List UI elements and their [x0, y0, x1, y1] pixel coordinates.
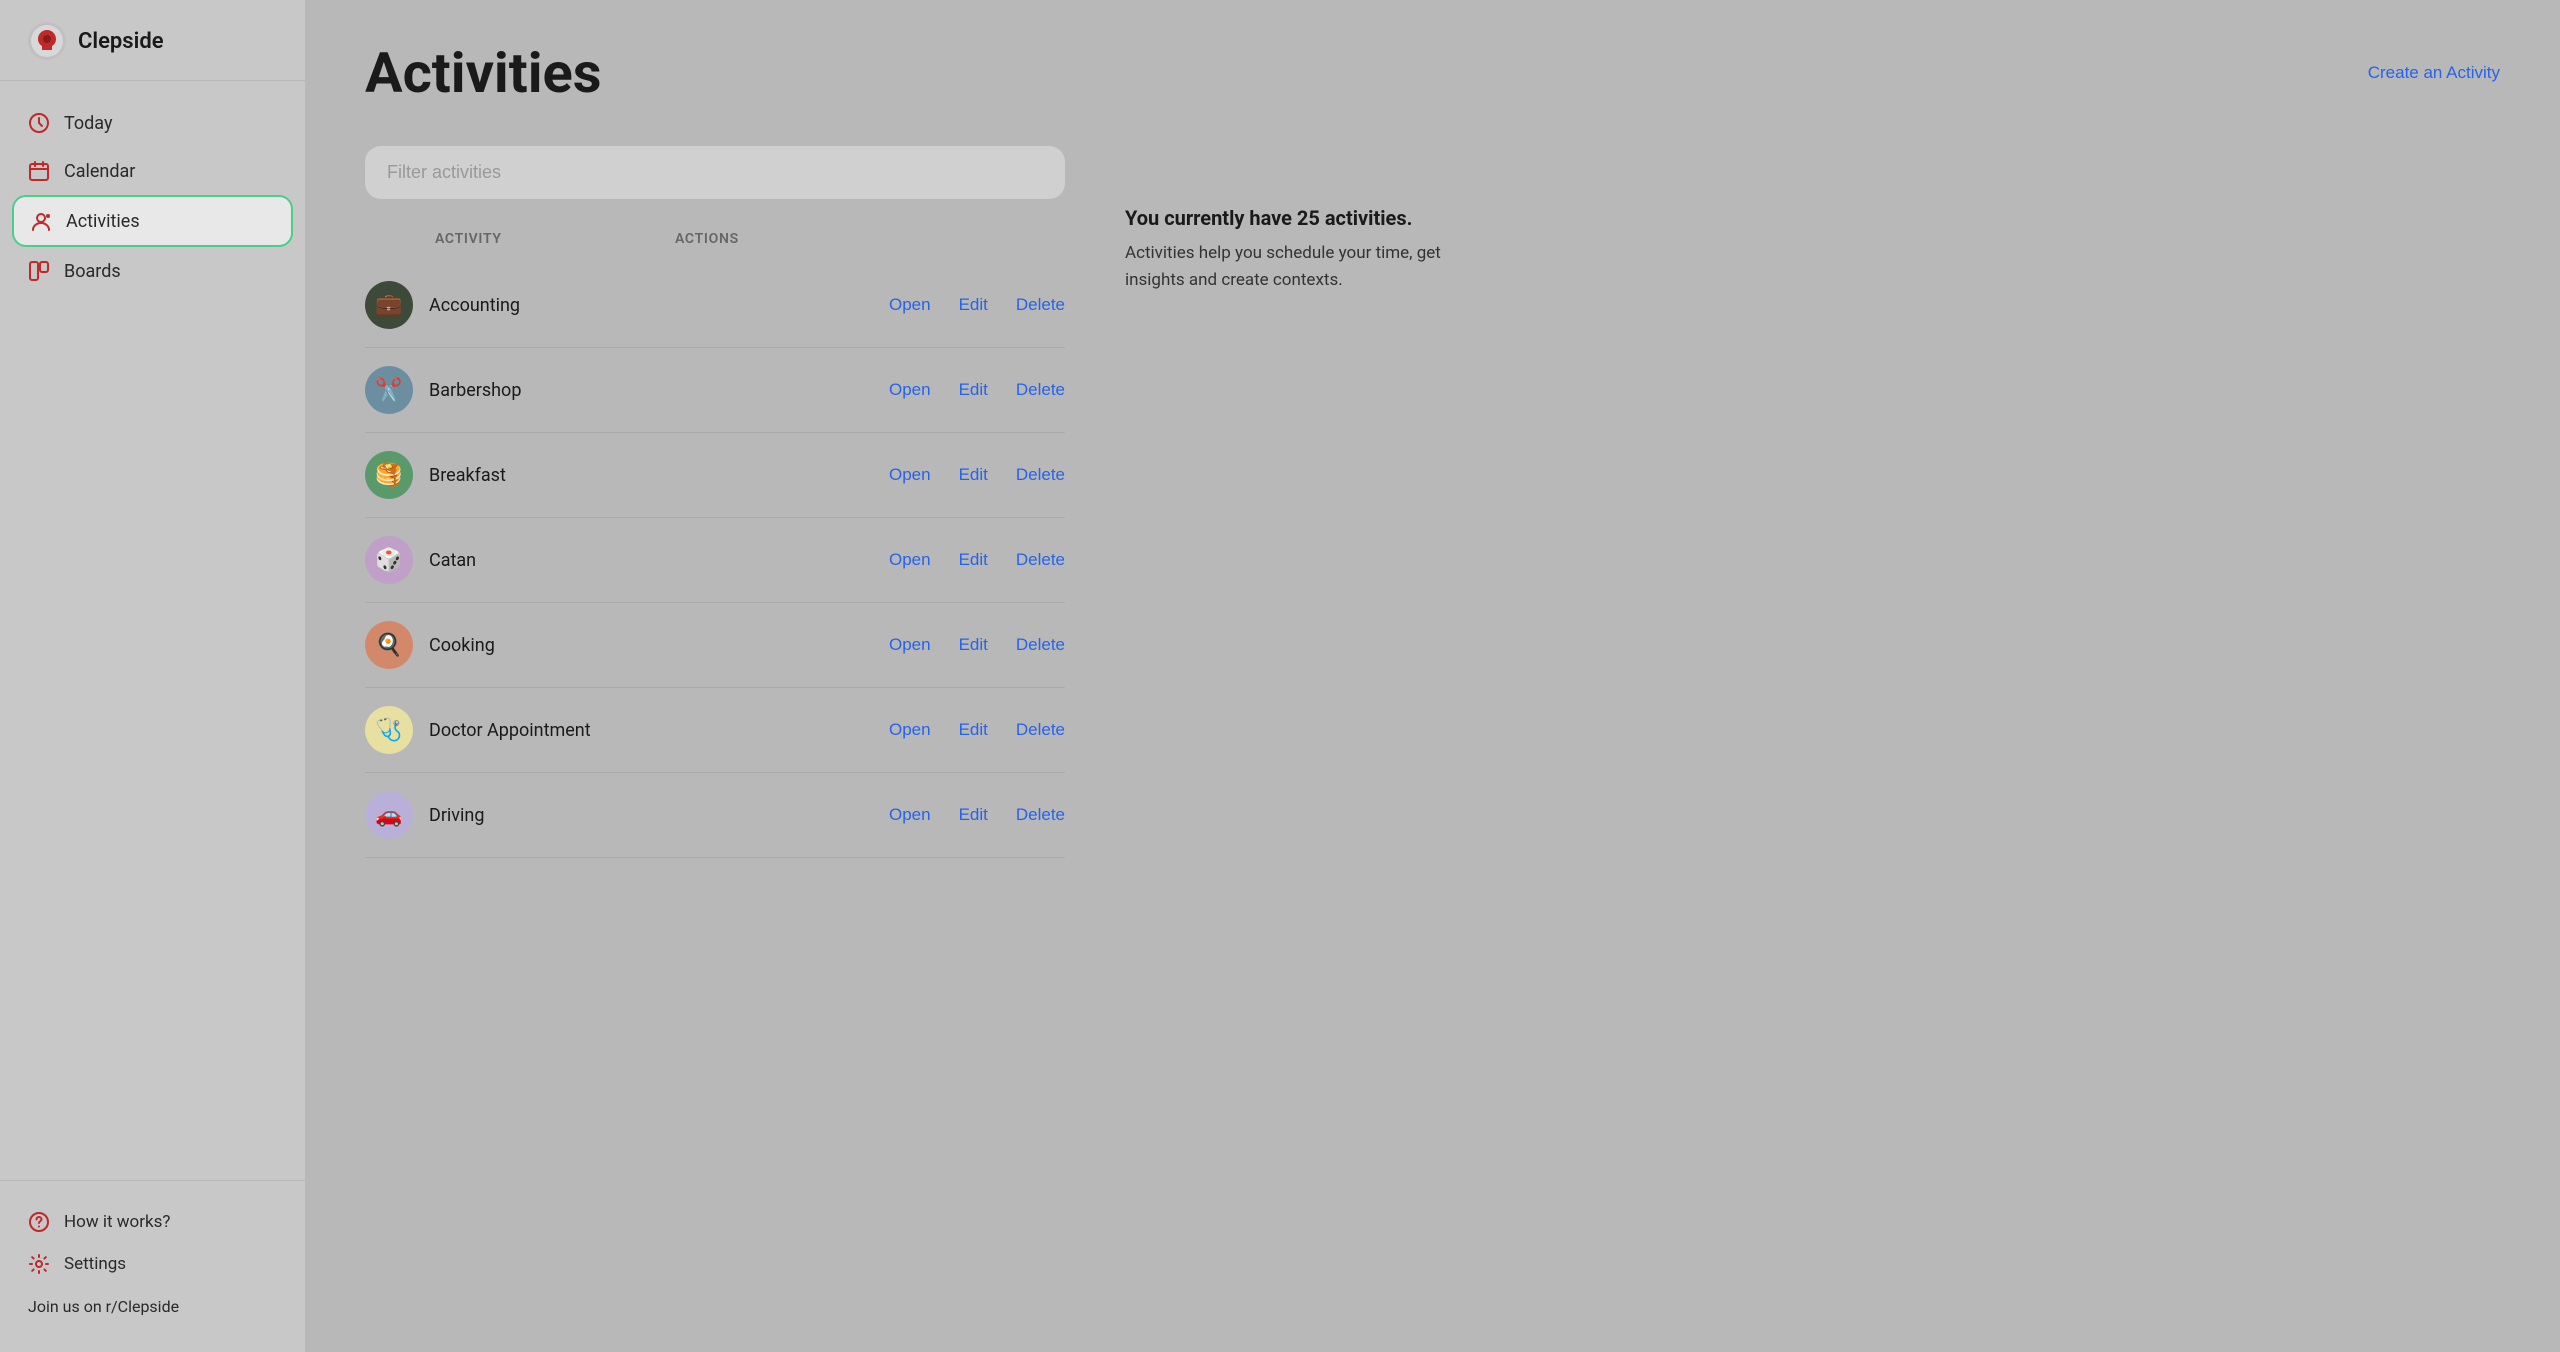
- activity-actions: Open Edit Delete: [889, 380, 1065, 400]
- reddit-link[interactable]: Join us on r/Clepside: [28, 1291, 277, 1322]
- table-row: 🩺 Doctor Appointment Open Edit Delete: [365, 688, 1065, 773]
- create-activity-button[interactable]: Create an Activity: [2368, 63, 2500, 83]
- activity-icon: 🩺: [365, 706, 413, 754]
- table-row: 🎲 Catan Open Edit Delete: [365, 518, 1065, 603]
- table-header: ACTIVITY ACTIONS: [365, 231, 1065, 257]
- open-button[interactable]: Open: [889, 635, 931, 655]
- how-it-works-label: How it works?: [64, 1212, 170, 1232]
- table-row: ✂️ Barbershop Open Edit Delete: [365, 348, 1065, 433]
- activity-icon: 🍳: [365, 621, 413, 669]
- activity-name: Barbershop: [429, 380, 609, 401]
- activity-actions: Open Edit Delete: [889, 550, 1065, 570]
- clock-icon: [28, 112, 50, 134]
- sidebar-item-label: Calendar: [64, 161, 135, 182]
- activity-actions: Open Edit Delete: [889, 295, 1065, 315]
- sidebar-item-label: Boards: [64, 261, 121, 282]
- sidebar-item-label: Activities: [66, 211, 140, 232]
- activity-icon: ✂️: [365, 366, 413, 414]
- activity-icon: 🚗: [365, 791, 413, 839]
- table-row: 🥞 Breakfast Open Edit Delete: [365, 433, 1065, 518]
- open-button[interactable]: Open: [889, 465, 931, 485]
- logo-icon: [28, 22, 66, 60]
- edit-button[interactable]: Edit: [959, 720, 988, 740]
- activity-icon: 🥞: [365, 451, 413, 499]
- activities-icon: [30, 210, 52, 232]
- table-row: 🍳 Cooking Open Edit Delete: [365, 603, 1065, 688]
- activity-icon: 💼: [365, 281, 413, 329]
- activity-name: Catan: [429, 550, 609, 571]
- edit-button[interactable]: Edit: [959, 805, 988, 825]
- main-header: Activities Create an Activity: [365, 40, 2500, 106]
- activity-actions: Open Edit Delete: [889, 720, 1065, 740]
- open-button[interactable]: Open: [889, 295, 931, 315]
- calendar-icon: [28, 160, 50, 182]
- sidebar-item-today[interactable]: Today: [0, 99, 305, 147]
- main-content: Activities Create an Activity ACTIVITY A…: [305, 0, 2560, 1352]
- activity-actions: Open Edit Delete: [889, 635, 1065, 655]
- open-button[interactable]: Open: [889, 550, 931, 570]
- activity-icon: 🎲: [365, 536, 413, 584]
- content-layout: ACTIVITY ACTIONS 💼 Accounting Open Edit …: [365, 146, 2500, 858]
- info-title: You currently have 25 activities.: [1125, 206, 1485, 230]
- sidebar-item-boards[interactable]: Boards: [0, 247, 305, 295]
- delete-button[interactable]: Delete: [1016, 550, 1065, 570]
- edit-button[interactable]: Edit: [959, 635, 988, 655]
- filter-input[interactable]: [365, 146, 1065, 199]
- table-row: 💼 Accounting Open Edit Delete: [365, 263, 1065, 348]
- sidebar-item-activities[interactable]: Activities: [12, 195, 293, 247]
- delete-button[interactable]: Delete: [1016, 295, 1065, 315]
- sidebar-bottom: How it works? Settings Join us on r/Clep…: [0, 1180, 305, 1352]
- app-name: Clepside: [78, 29, 164, 54]
- info-description: Activities help you schedule your time, …: [1125, 240, 1485, 294]
- edit-button[interactable]: Edit: [959, 465, 988, 485]
- sidebar-item-label: Today: [64, 113, 112, 134]
- how-it-works-item[interactable]: How it works?: [28, 1201, 277, 1243]
- activity-actions: Open Edit Delete: [889, 805, 1065, 825]
- settings-item[interactable]: Settings: [28, 1243, 277, 1285]
- sidebar: Clepside Today Calendar: [0, 0, 305, 1352]
- delete-button[interactable]: Delete: [1016, 635, 1065, 655]
- activity-name: Breakfast: [429, 465, 609, 486]
- activity-name: Cooking: [429, 635, 609, 656]
- open-button[interactable]: Open: [889, 380, 931, 400]
- activity-name: Driving: [429, 805, 609, 826]
- delete-button[interactable]: Delete: [1016, 465, 1065, 485]
- activity-list: 💼 Accounting Open Edit Delete ✂️ Barbers…: [365, 263, 1065, 858]
- sidebar-logo: Clepside: [0, 0, 305, 81]
- open-button[interactable]: Open: [889, 805, 931, 825]
- help-icon: [28, 1211, 50, 1233]
- col-activity-header: ACTIVITY: [435, 231, 635, 247]
- boards-icon: [28, 260, 50, 282]
- sidebar-nav: Today Calendar Activities: [0, 81, 305, 1180]
- table-row: 🚗 Driving Open Edit Delete: [365, 773, 1065, 858]
- activities-panel: ACTIVITY ACTIONS 💼 Accounting Open Edit …: [365, 146, 1065, 858]
- settings-label: Settings: [64, 1254, 126, 1274]
- gear-icon: [28, 1253, 50, 1275]
- edit-button[interactable]: Edit: [959, 380, 988, 400]
- activity-name: Accounting: [429, 295, 609, 316]
- activity-name: Doctor Appointment: [429, 720, 609, 741]
- delete-button[interactable]: Delete: [1016, 805, 1065, 825]
- delete-button[interactable]: Delete: [1016, 720, 1065, 740]
- col-actions-header: ACTIONS: [675, 231, 739, 247]
- delete-button[interactable]: Delete: [1016, 380, 1065, 400]
- edit-button[interactable]: Edit: [959, 550, 988, 570]
- sidebar-item-calendar[interactable]: Calendar: [0, 147, 305, 195]
- activity-actions: Open Edit Delete: [889, 465, 1065, 485]
- info-panel: You currently have 25 activities. Activi…: [1125, 146, 1485, 858]
- open-button[interactable]: Open: [889, 720, 931, 740]
- page-title: Activities: [365, 40, 602, 106]
- edit-button[interactable]: Edit: [959, 295, 988, 315]
